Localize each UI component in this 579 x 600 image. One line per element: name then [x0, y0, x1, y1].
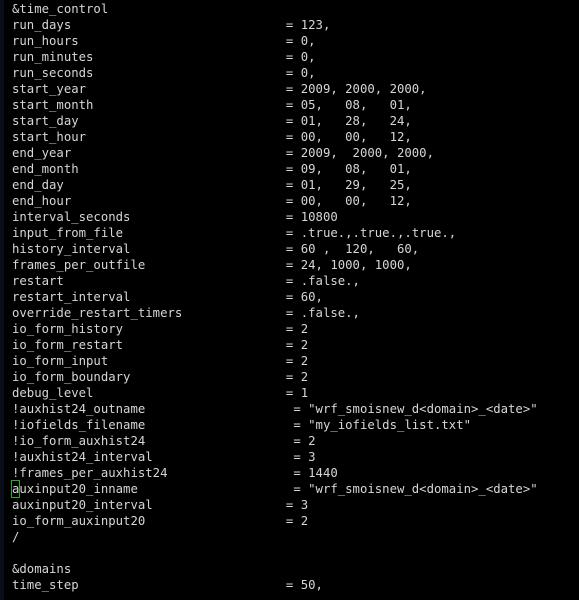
namelist-entry[interactable]: end_year = 2009, 2000, 2000,	[12, 145, 538, 161]
namelist-entry[interactable]: start_hour = 00, 00, 12,	[12, 129, 538, 145]
namelist-entry[interactable]: run_hours = 0,	[12, 33, 538, 49]
namelist-section-line[interactable]: &domains	[12, 561, 538, 577]
text-cursor: a	[11, 480, 20, 498]
namelist-entry[interactable]: io_form_restart = 2	[12, 337, 538, 353]
namelist-entry[interactable]: override_restart_timers = .false.,	[12, 305, 538, 321]
namelist-entry[interactable]: end_month = 09, 08, 01,	[12, 161, 538, 177]
namelist-entry[interactable]: run_minutes = 0,	[12, 49, 538, 65]
namelist-entry[interactable]: end_hour = 00, 00, 12,	[12, 193, 538, 209]
namelist-entry[interactable]: frames_per_outfile = 24, 1000, 1000,	[12, 257, 538, 273]
namelist-commented-entry[interactable]: !frames_per_auxhist24 = 1440	[12, 465, 538, 481]
namelist-entry[interactable]: io_form_input = 2	[12, 353, 538, 369]
namelist-entry[interactable]: io_form_boundary = 2	[12, 369, 538, 385]
namelist-entry[interactable]: start_year = 2009, 2000, 2000,	[12, 81, 538, 97]
namelist-entry[interactable]: restart_interval = 60,	[12, 289, 538, 305]
namelist-entry[interactable]: run_days = 123,	[12, 17, 538, 33]
namelist-entry[interactable]: interval_seconds = 10800	[12, 209, 538, 225]
namelist-commented-entry[interactable]: !iofields_filename = "my_iofields_list.t…	[12, 417, 538, 433]
namelist-entry[interactable]: io_form_auxinput20 = 2	[12, 513, 538, 529]
namelist-commented-entry[interactable]: !auxhist24_interval = 3	[12, 449, 538, 465]
namelist-section-line[interactable]: /	[12, 529, 538, 545]
namelist-entry[interactable]: debug_level = 1	[12, 385, 538, 401]
namelist-entry[interactable]: start_day = 01, 28, 24,	[12, 113, 538, 129]
namelist-commented-entry[interactable]: !auxhist24_outname = "wrf_smoisnew_d<dom…	[12, 401, 538, 417]
namelist-entry[interactable]: restart = .false.,	[12, 273, 538, 289]
namelist-blank-line[interactable]	[12, 545, 538, 561]
namelist-commented-entry[interactable]: auxinput20_inname = "wrf_smoisnew_d<doma…	[11, 480, 538, 498]
namelist-entry[interactable]: start_month = 05, 08, 01,	[12, 97, 538, 113]
namelist-entry[interactable]: auxinput20_interval = 3	[12, 497, 538, 513]
namelist-commented-entry[interactable]: !io_form_auxhist24 = 2	[12, 433, 538, 449]
terminal-left-gutter	[0, 0, 4, 600]
namelist-text-content[interactable]: &time_control run_days = 123, run_hours = …	[11, 1, 538, 593]
namelist-entry[interactable]: io_form_history = 2	[12, 321, 538, 337]
namelist-entry[interactable]: time_step = 50,	[12, 577, 538, 593]
namelist-entry[interactable]: input_from_file = .true.,.true.,.true.,	[12, 225, 538, 241]
namelist-entry[interactable]: run_seconds = 0,	[12, 65, 538, 81]
namelist-entry[interactable]: end_day = 01, 29, 25,	[12, 177, 538, 193]
namelist-entry[interactable]: history_interval = 60 , 120, 60,	[12, 241, 538, 257]
namelist-section-line[interactable]: &time_control	[12, 1, 538, 17]
terminal-window[interactable]: &time_control run_days = 123, run_hours = …	[0, 0, 579, 600]
